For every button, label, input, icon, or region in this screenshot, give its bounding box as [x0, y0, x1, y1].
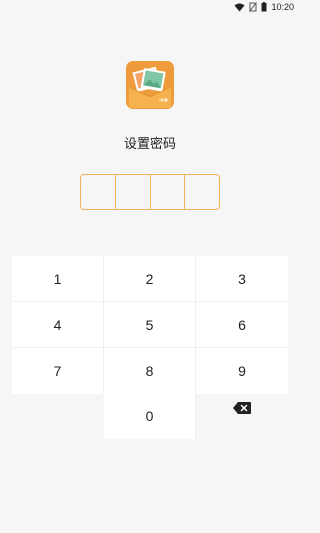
no-sim-icon: [249, 2, 258, 12]
key-6[interactable]: 6: [196, 302, 288, 348]
key-2[interactable]: 2: [104, 256, 196, 302]
pin-digit-slot: [151, 175, 186, 209]
key-8[interactable]: 8: [104, 348, 196, 394]
pin-digit-slot: [116, 175, 151, 209]
page-title: 设置密码: [123, 137, 176, 152]
key-7[interactable]: 7: [12, 348, 104, 394]
pin-digit-slot: [185, 175, 219, 209]
status-time: 10:20: [271, 2, 294, 12]
key-5[interactable]: 5: [104, 302, 196, 348]
key-9[interactable]: 9: [196, 348, 288, 394]
status-bar: 10:20: [0, 0, 300, 14]
key-1[interactable]: 1: [12, 256, 104, 302]
key-4[interactable]: 4: [12, 302, 104, 348]
key-3[interactable]: 3: [196, 256, 288, 302]
backspace-icon: [232, 401, 252, 418]
pin-digit-slot: [81, 175, 116, 209]
app-logo: [126, 61, 174, 109]
photo-envelope-icon: [126, 61, 174, 109]
numeric-keypad: 1 2 3 4 5 6 7 8 9 0: [12, 256, 288, 439]
key-0[interactable]: 0: [104, 393, 196, 439]
pin-input[interactable]: [80, 174, 220, 210]
wifi-icon: [234, 3, 245, 12]
battery-icon: [261, 2, 267, 12]
delete-button[interactable]: [196, 393, 288, 439]
